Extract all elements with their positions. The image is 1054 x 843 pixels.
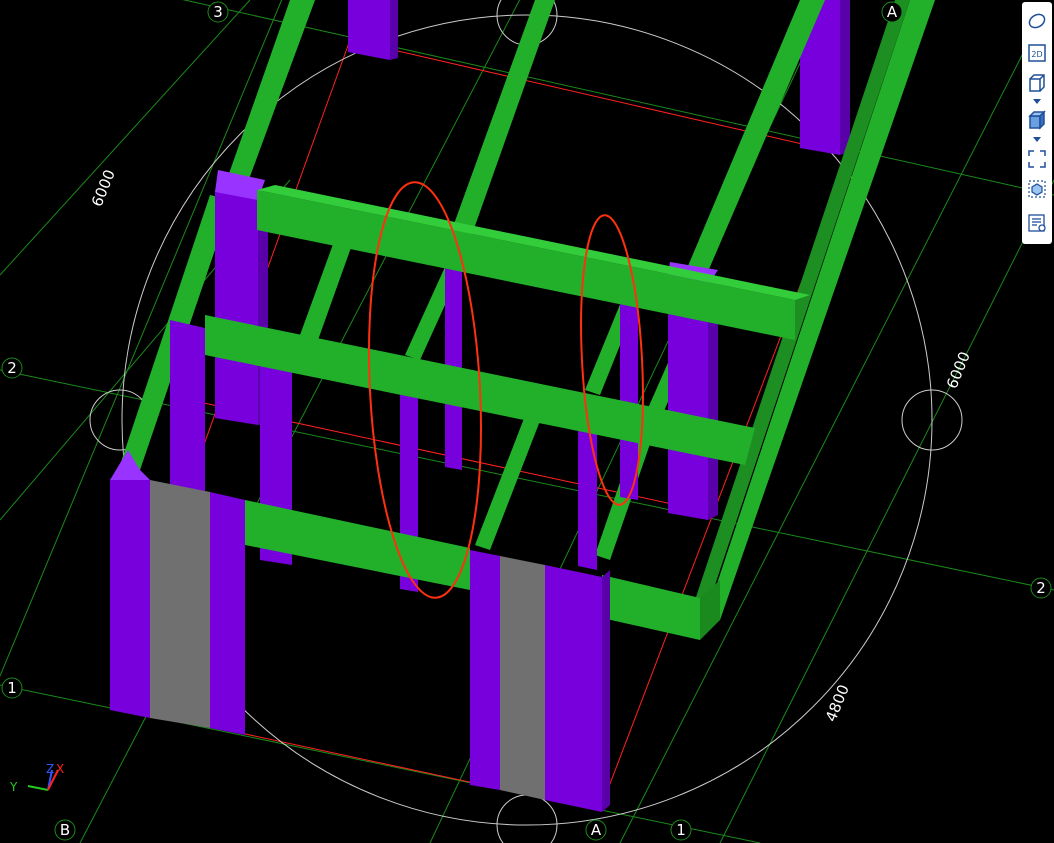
axis-triad: Y Z X xyxy=(9,762,64,794)
svg-text:1: 1 xyxy=(676,821,686,839)
view-toolbar: 2D xyxy=(1022,2,1052,244)
grid-bubble-bottom-a: A xyxy=(585,819,607,841)
grid-bubble-top-3: 3 xyxy=(207,1,229,23)
svg-text:2: 2 xyxy=(7,359,17,377)
columns-front[interactable] xyxy=(110,450,610,812)
grid-bubble-top-a: A xyxy=(881,1,903,23)
svg-text:1: 1 xyxy=(7,679,17,697)
axis-x-label: X xyxy=(56,762,64,776)
view-2d-button[interactable]: 2D xyxy=(1025,42,1049,64)
svg-text:B: B xyxy=(60,821,70,839)
grid-bubble-right-2: 2 xyxy=(1030,577,1052,599)
svg-text:2D: 2D xyxy=(1031,50,1042,59)
zoom-extents-icon[interactable] xyxy=(1025,148,1049,170)
axis-y-label: Y xyxy=(9,780,18,794)
svg-text:A: A xyxy=(887,3,898,21)
svg-text:A: A xyxy=(591,821,602,839)
orbit-icon[interactable] xyxy=(1025,10,1049,32)
shaded-view-icon[interactable] xyxy=(1025,109,1049,131)
section-box-icon[interactable] xyxy=(1025,178,1049,200)
axis-z-label: Z xyxy=(46,762,54,776)
dimension-bottom-right: 4800 xyxy=(822,682,853,724)
view-3d-dropdown-icon[interactable] xyxy=(1033,99,1041,104)
svg-text:2: 2 xyxy=(1036,579,1046,597)
shaded-view-dropdown-icon[interactable] xyxy=(1033,137,1041,142)
grid-bubble-left-2: 2 xyxy=(1,357,23,379)
dimension-right: 6000 xyxy=(943,349,974,391)
grid-bubble-bottom-1: 1 xyxy=(670,819,692,841)
3d-viewport[interactable]: 3 A 2 2 1 B A 1 6000 6000 4800 Y Z X xyxy=(0,0,1054,843)
view-3d-icon[interactable] xyxy=(1025,72,1049,94)
grid-bubble-bottom-b: B xyxy=(54,819,76,841)
grid-bubble-left-1: 1 xyxy=(1,677,23,699)
properties-icon[interactable] xyxy=(1025,212,1049,234)
svg-text:3: 3 xyxy=(213,3,223,21)
